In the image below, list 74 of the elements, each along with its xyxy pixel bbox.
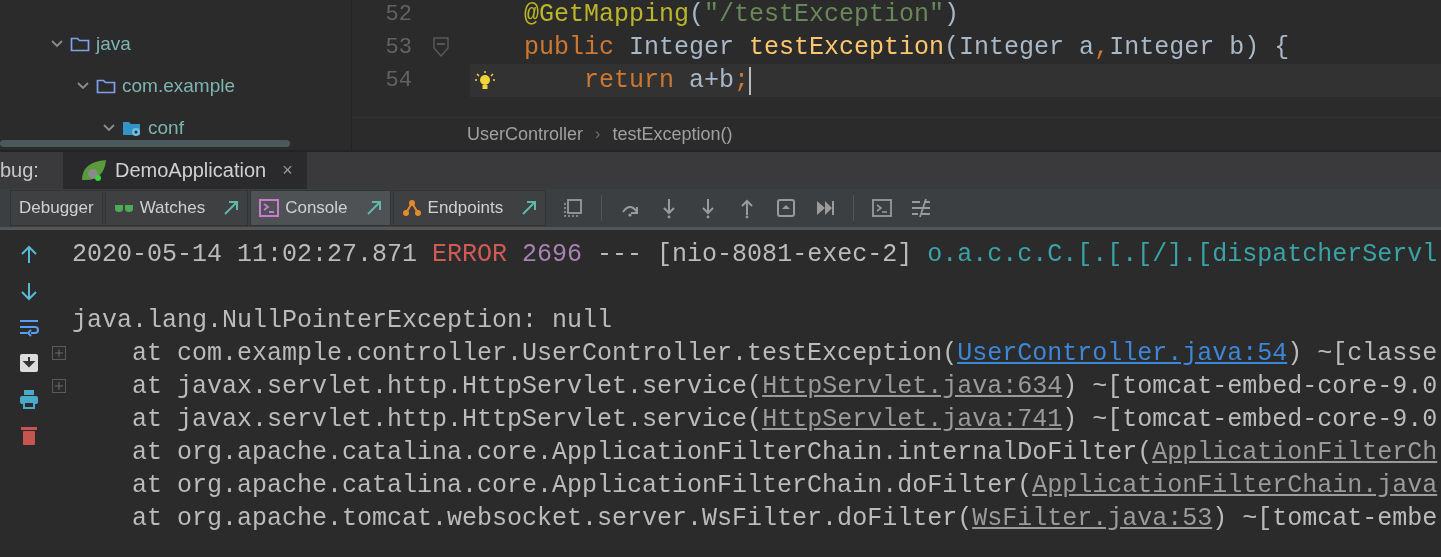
breadcrumb-separator: › [595,125,601,143]
panel-tab[interactable]: Watches [104,190,249,226]
log-text: at org.apache.catalina.core.ApplicationFilterChain.internalDoFilter( [131,438,1153,467]
code-token: Integer b) { [1109,33,1290,62]
log-text: ) ~[classe [1287,339,1438,368]
tab-label: DemoApplication [114,159,267,182]
code-token: ; [734,66,750,95]
source-link[interactable]: HttpServlet.java:634 [762,372,1063,401]
folder-gear-icon [122,119,142,137]
text-caret [749,66,752,95]
log-text: o.a.c.c.C.[.[.[/].[dispatcherServl [927,240,1438,269]
code-token: "/testException" [704,0,945,29]
source-link[interactable]: ApplicationFilterCh [1152,438,1438,467]
log-text: ERROR [432,240,508,269]
breadcrumb[interactable]: testException() [612,123,733,145]
log-text: at javax.servlet.http.HttpServlet.service( [131,372,763,401]
expand-icon[interactable] [52,346,66,360]
line-number: 54 [384,68,412,93]
scrollbar[interactable] [0,140,290,147]
log-text: --- [nio-8081-exec-2] [596,240,914,269]
expand-icon[interactable] [52,379,66,393]
trash-icon[interactable] [18,424,40,446]
code-token: (Integer a [944,33,1095,62]
log-text: 2020-05-14 11:02:27.871 [72,240,419,269]
code-token: return [583,66,675,95]
terminal-icon [259,199,280,217]
panel-title: bug: [0,159,39,182]
code-token: @GetMapping [524,0,690,29]
drop-frame-icon[interactable] [775,197,798,219]
code-token: testException [749,33,945,62]
lightbulb-icon[interactable] [474,70,496,92]
arrow-down-icon[interactable] [18,280,40,302]
tree-item-label[interactable]: java [96,33,131,55]
arrow-up-right-icon[interactable] [521,200,538,216]
source-link[interactable]: WsFilter.java:53 [972,504,1213,533]
log-text: ) ~[tomcat-embe [1212,504,1438,533]
line-number: 52 [384,2,412,27]
log-text: at org.apache.catalina.core.ApplicationFilterChain.doFilter( [131,471,1033,500]
log-text: ) ~[tomcat-embed-core-9.0 [1062,405,1438,434]
breadcrumb[interactable]: UserController [467,123,584,145]
code-token: Integer [628,33,736,62]
trace-icon[interactable] [910,197,933,219]
log-text: 2696 [521,240,583,269]
session-tab[interactable]: DemoApplication × [62,152,307,189]
folder-icon [96,77,116,95]
scroll-to-end-icon[interactable] [18,352,40,374]
fold-marker-icon[interactable] [432,35,450,58]
terminal-icon[interactable] [871,197,894,219]
panel-tab[interactable]: Debugger [10,190,103,226]
code-token: , [1094,33,1110,62]
tree-item-label[interactable]: conf [148,117,184,139]
arrow-up-right-icon[interactable] [223,200,240,216]
layout-icon[interactable] [562,197,585,219]
code-token: a+b [688,66,735,95]
arrow-up-right-icon[interactable] [365,200,382,216]
log-text: at org.apache.tomcat.websocket.server.WsFilter.doFilter( [131,504,973,533]
nodes-icon [401,199,422,217]
log-text: java.lang.NullPointerException: null [72,306,613,335]
close-icon[interactable]: × [282,160,293,181]
panel-tab[interactable]: Console [250,190,391,226]
source-link[interactable]: ApplicationFilterChain.java [1032,471,1438,500]
source-link[interactable]: HttpServlet.java:741 [762,405,1063,434]
log-text: ) ~[tomcat-embed-core-9.0 [1062,372,1438,401]
tree-item-label[interactable]: com.example [122,75,235,97]
line-number: 53 [384,35,412,60]
source-link[interactable]: UserController.java:54 [957,339,1288,368]
log-text: at com.example.controller.UserController.testException( [131,339,958,368]
folder-icon [70,35,90,53]
log-text: at javax.servlet.http.HttpServlet.service( [131,405,763,434]
code-token: ( [689,0,705,29]
panel-tab[interactable]: Endpoints [392,190,547,226]
code-token: ) [944,0,960,29]
printer-icon[interactable] [18,388,40,410]
code-token: public [524,33,614,62]
